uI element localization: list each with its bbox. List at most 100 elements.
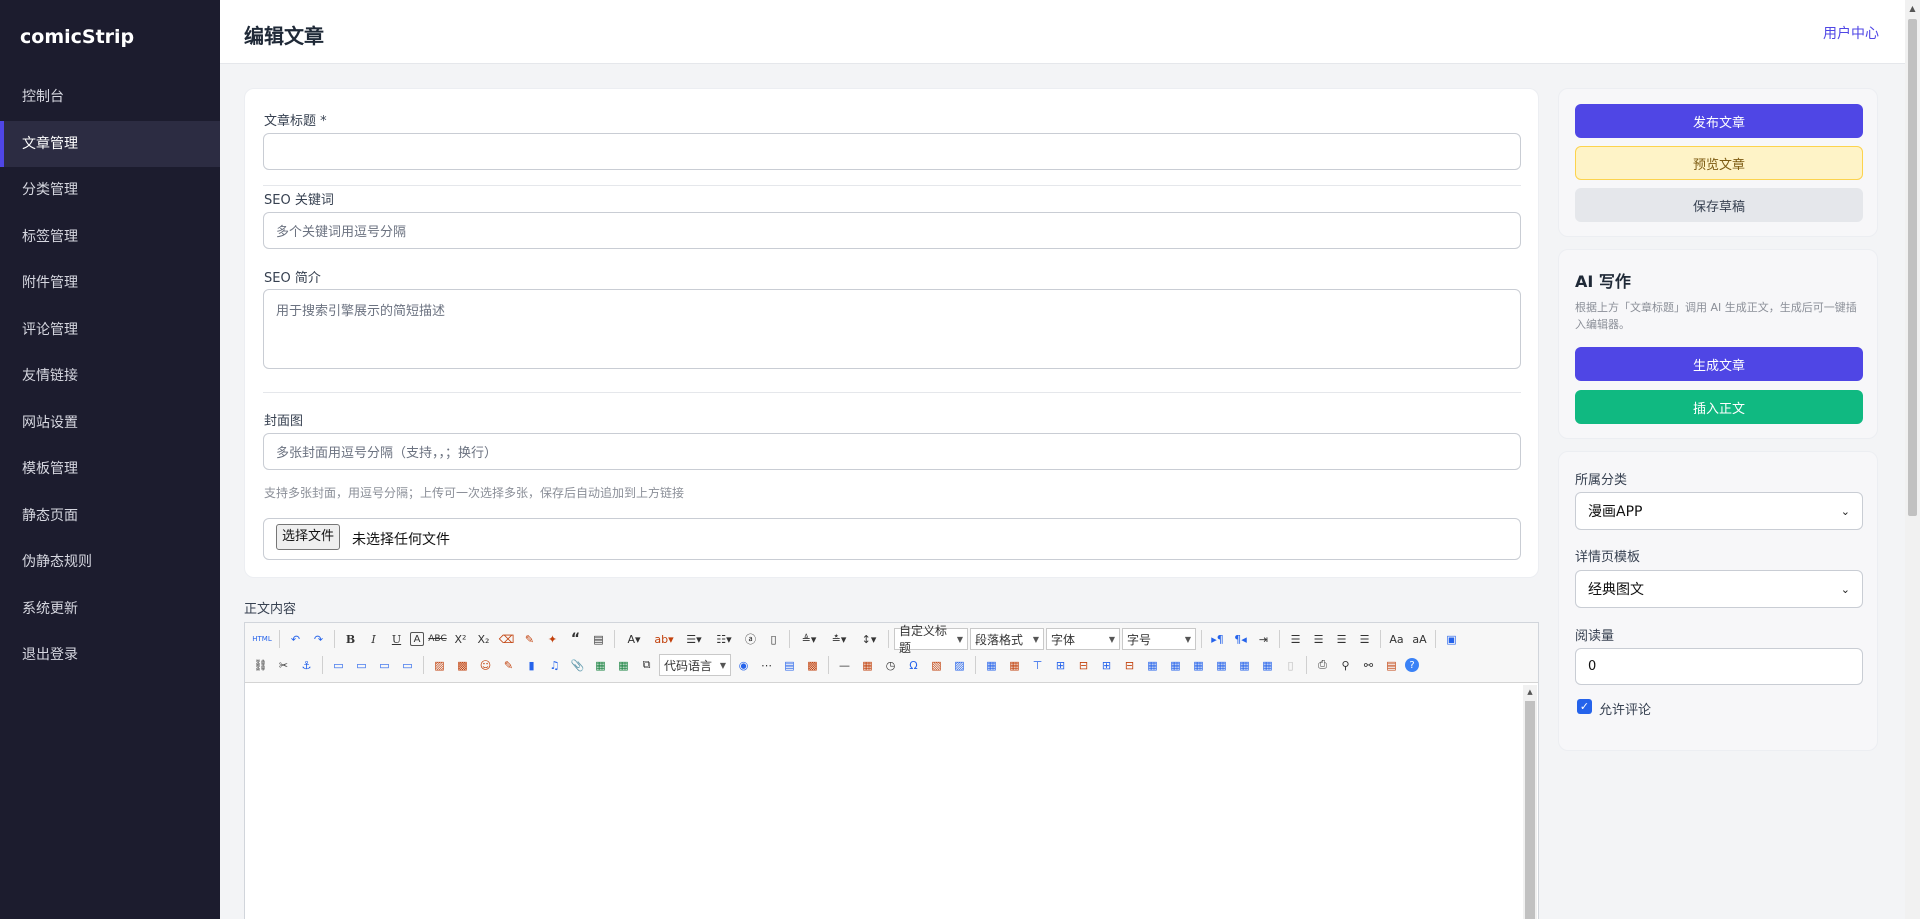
- search-replace-icon[interactable]: ⚯: [1359, 656, 1378, 675]
- views-input[interactable]: 0: [1575, 648, 1863, 685]
- split-cells-icon[interactable]: ▦: [1212, 656, 1231, 675]
- subscript-icon[interactable]: X₂: [474, 630, 493, 649]
- paragraph-select[interactable]: 段落格式 ▼: [970, 628, 1044, 650]
- paste-plain-icon[interactable]: ▤: [589, 630, 608, 649]
- category-select[interactable]: 漫画APP ⌄: [1575, 492, 1863, 530]
- sidebar-item-dashboard[interactable]: 控制台: [0, 74, 220, 121]
- merge-cells-icon[interactable]: ▦: [1143, 656, 1162, 675]
- edit-tip-icon[interactable]: ▨: [950, 656, 969, 675]
- align-right-icon[interactable]: ☰: [1332, 630, 1351, 649]
- template-icon[interactable]: ▤: [780, 656, 799, 675]
- page-break-icon[interactable]: ⋯: [757, 656, 776, 675]
- merge-down-icon[interactable]: ▦: [1189, 656, 1208, 675]
- save-draft-button[interactable]: 保存草稿: [1575, 188, 1863, 222]
- redo-icon[interactable]: ↷: [309, 630, 328, 649]
- sidebar-item-site-settings[interactable]: 网站设置: [0, 400, 220, 447]
- scroll-thumb[interactable]: [1525, 701, 1535, 919]
- user-center-link[interactable]: 用户中心: [1823, 23, 1879, 43]
- row-spacing-top-icon[interactable]: ≜▾: [796, 630, 822, 649]
- undo-icon[interactable]: ↶: [286, 630, 305, 649]
- unlink-icon[interactable]: ✂: [274, 656, 293, 675]
- image-left-icon[interactable]: ▭: [352, 656, 371, 675]
- font-size-select[interactable]: 字号 ▼: [1122, 628, 1196, 650]
- cover-input[interactable]: 多张封面用逗号分隔（支持，，；换行）: [263, 433, 1521, 470]
- highlight-icon[interactable]: ab▾: [651, 630, 677, 649]
- bold-icon[interactable]: B: [341, 630, 360, 649]
- sidebar-item-links[interactable]: 友情链接: [0, 353, 220, 400]
- clear-doc-icon[interactable]: ▯: [764, 630, 783, 649]
- font-border-icon[interactable]: A: [410, 632, 424, 646]
- font-color-icon[interactable]: A▾: [621, 630, 647, 649]
- lowercase-icon[interactable]: aA: [1410, 630, 1429, 649]
- strikethrough-icon[interactable]: ABC: [428, 630, 447, 649]
- insert-image-icon[interactable]: ▩: [453, 656, 472, 675]
- html-source-icon[interactable]: HTML: [251, 630, 273, 649]
- blockquote-icon[interactable]: “: [566, 630, 585, 649]
- image-none-icon[interactable]: ▭: [329, 656, 348, 675]
- title-input[interactable]: [263, 133, 1521, 170]
- merge-right-icon[interactable]: ▦: [1166, 656, 1185, 675]
- chart-icon[interactable]: ▯: [1281, 656, 1300, 675]
- split-rows-icon[interactable]: ▦: [1235, 656, 1254, 675]
- code-language-select[interactable]: 代码语言 ▼: [659, 654, 731, 676]
- attachment-icon[interactable]: 📎: [568, 656, 587, 675]
- rtl-icon[interactable]: ¶◂: [1231, 630, 1250, 649]
- sidebar-item-static-pages[interactable]: 静态页面: [0, 493, 220, 540]
- eraser-icon[interactable]: ⌫: [497, 630, 516, 649]
- simple-upload-icon[interactable]: ▨: [430, 656, 449, 675]
- background-icon[interactable]: ▩: [803, 656, 822, 675]
- image-right-icon[interactable]: ▭: [375, 656, 394, 675]
- date-icon[interactable]: ▦: [858, 656, 877, 675]
- sidebar-item-templates[interactable]: 模板管理: [0, 446, 220, 493]
- special-chars-icon[interactable]: Ω: [904, 656, 923, 675]
- preview-icon[interactable]: ⚲: [1336, 656, 1355, 675]
- delete-row-icon[interactable]: ⊟: [1074, 656, 1093, 675]
- auto-format-icon[interactable]: ✦: [543, 630, 562, 649]
- scrawl-icon[interactable]: ✎: [499, 656, 518, 675]
- insert-frame-icon[interactable]: ⧉: [637, 656, 656, 675]
- sidebar-item-comments[interactable]: 评论管理: [0, 307, 220, 354]
- anchor-icon[interactable]: ⚓: [297, 656, 316, 675]
- sidebar-item-system-update[interactable]: 系统更新: [0, 586, 220, 633]
- generate-article-button[interactable]: 生成文章: [1575, 347, 1863, 381]
- underline-icon[interactable]: U: [387, 630, 406, 649]
- gmap-icon[interactable]: ▦: [614, 656, 633, 675]
- template-select[interactable]: 经典图文 ⌄: [1575, 570, 1863, 608]
- sidebar-item-rewrite-rules[interactable]: 伪静态规则: [0, 539, 220, 586]
- wordimage-icon[interactable]: ▧: [927, 656, 946, 675]
- ltr-icon[interactable]: ▸¶: [1208, 630, 1227, 649]
- insert-paragraph-before-table-icon[interactable]: ⊤: [1028, 656, 1047, 675]
- align-left-icon[interactable]: ☰: [1286, 630, 1305, 649]
- insert-video-icon[interactable]: ▮: [522, 656, 541, 675]
- split-cols-icon[interactable]: ▦: [1258, 656, 1277, 675]
- choose-file-button[interactable]: 选择文件: [276, 524, 341, 550]
- indent-icon[interactable]: ⇥: [1254, 630, 1273, 649]
- custom-title-select[interactable]: 自定义标题 ▼: [894, 624, 968, 655]
- align-justify-icon[interactable]: ☰: [1355, 630, 1374, 649]
- align-center-icon[interactable]: ☰: [1309, 630, 1328, 649]
- superscript-icon[interactable]: X²: [451, 630, 470, 649]
- row-spacing-bottom-icon[interactable]: ≛▾: [826, 630, 852, 649]
- select-all-icon[interactable]: ⓐ: [741, 630, 760, 649]
- insert-table-icon[interactable]: ▦: [982, 656, 1001, 675]
- sidebar-item-attachments[interactable]: 附件管理: [0, 260, 220, 307]
- publish-button[interactable]: 发布文章: [1575, 104, 1863, 138]
- page-scrollbar[interactable]: ▲: [1905, 0, 1920, 919]
- unordered-list-icon[interactable]: ☷▾: [711, 630, 737, 649]
- ordered-list-icon[interactable]: ☰▾: [681, 630, 707, 649]
- insert-row-icon[interactable]: ⊞: [1051, 656, 1070, 675]
- line-height-icon[interactable]: ↕▾: [856, 630, 882, 649]
- preview-button[interactable]: 预览文章: [1575, 146, 1863, 180]
- sidebar-item-tags[interactable]: 标签管理: [0, 214, 220, 261]
- format-brush-icon[interactable]: ✎: [520, 630, 539, 649]
- horizontal-rule-icon[interactable]: —: [835, 656, 854, 675]
- seo-desc-textarea[interactable]: 用于搜索引擎展示的简短描述: [263, 289, 1521, 369]
- insert-content-button[interactable]: 插入正文: [1575, 390, 1863, 424]
- music-icon[interactable]: ♫: [545, 656, 564, 675]
- sidebar-item-categories[interactable]: 分类管理: [0, 167, 220, 214]
- webapp-icon[interactable]: ◉: [734, 656, 753, 675]
- map-icon[interactable]: ▦: [591, 656, 610, 675]
- insert-col-icon[interactable]: ⊞: [1097, 656, 1116, 675]
- italic-icon[interactable]: I: [364, 630, 383, 649]
- scroll-up-arrow-icon[interactable]: ▲: [1905, 0, 1920, 17]
